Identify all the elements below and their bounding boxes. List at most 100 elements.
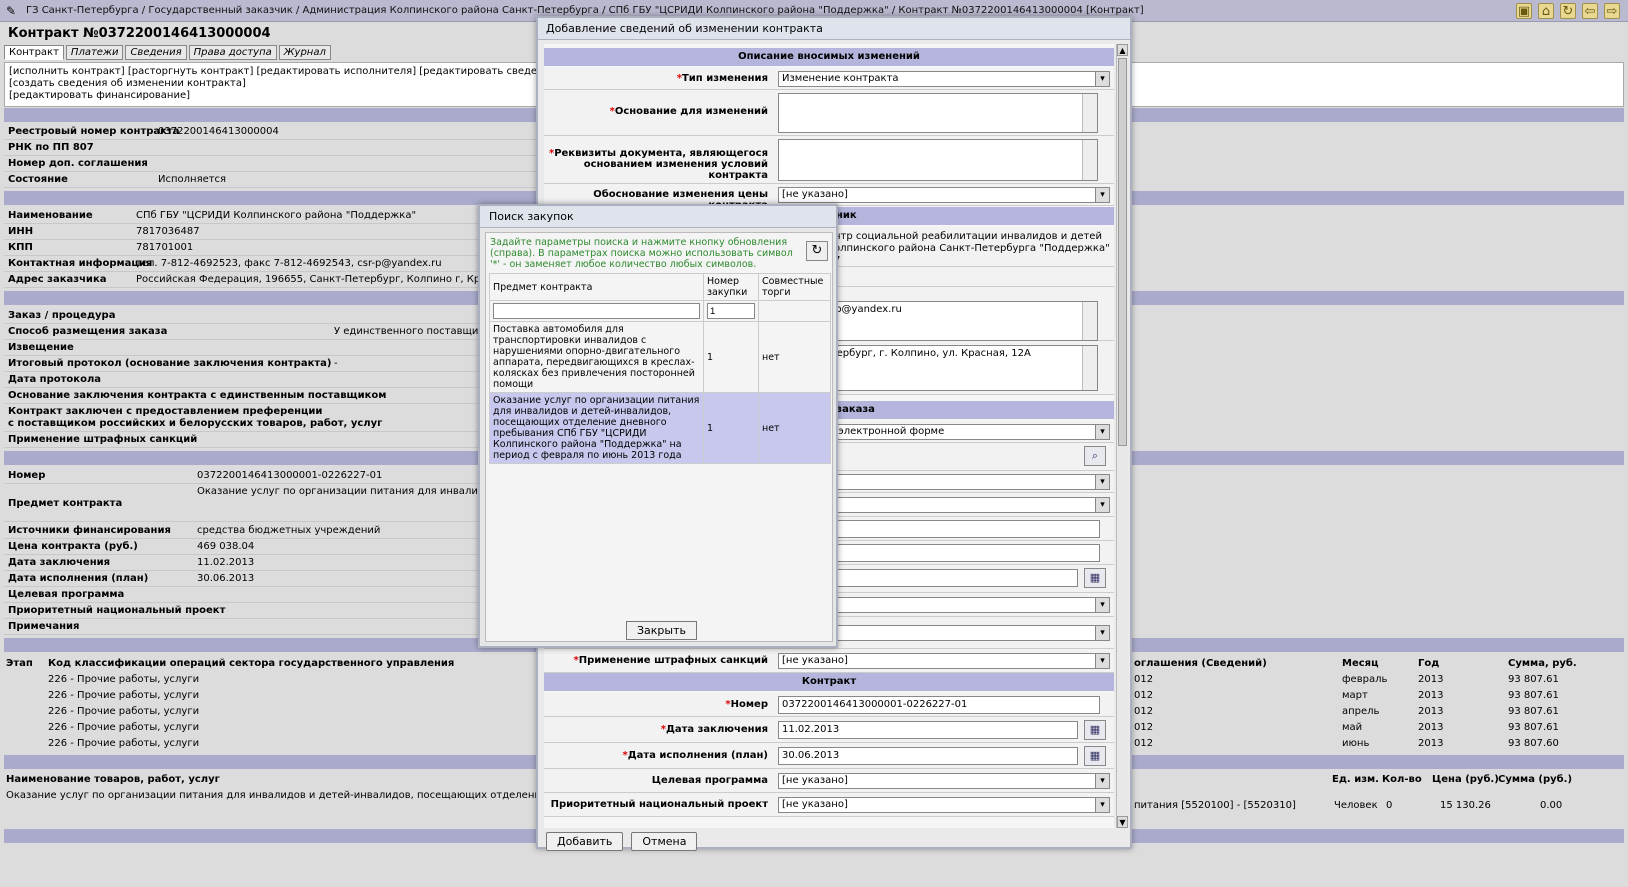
penalty-label: *Применение штрафных санкций: [573, 655, 768, 666]
subject-filter-input[interactable]: [493, 303, 700, 319]
tab-contract[interactable]: Контракт: [4, 45, 64, 60]
field-label: Целевая программа: [8, 589, 125, 600]
tab-access[interactable]: Права доступа: [188, 45, 277, 60]
number-input[interactable]: 0372200146413000001-0226227-01: [778, 696, 1100, 714]
doc-label: *Реквизиты документа, являющегося основан…: [548, 148, 768, 181]
tab-bar: Контракт Платежи Сведения Права доступа …: [4, 45, 331, 60]
field-value: -: [334, 358, 338, 369]
cell-sum: 93 807.61: [1508, 674, 1559, 685]
cell-sum: 93 807.61: [1508, 722, 1559, 733]
field-label: Наименование: [8, 210, 93, 221]
customer-name-text: нтр социальной реабилитации инвалидов и …: [834, 231, 1110, 266]
cell-sum: 93 807.61: [1508, 690, 1559, 701]
field-label: Источники финансирования: [8, 525, 171, 536]
cell-year: 2013: [1418, 690, 1444, 701]
field-value: У единственного поставщика: [334, 326, 491, 337]
doc-textarea[interactable]: [778, 139, 1098, 181]
search-results-table: Предмет контракта Номер закупки Совместн…: [489, 273, 831, 464]
cell-agreement: 012: [1134, 706, 1154, 717]
field-value: 469 038.04: [197, 541, 255, 552]
home-icon[interactable]: ⌂: [1538, 3, 1554, 19]
cell-code: 226 - Прочие работы, услуги: [48, 706, 200, 717]
cell-month: июнь: [1342, 738, 1370, 749]
field-label: Дата протокола: [8, 374, 102, 385]
refresh-icon[interactable]: ↻: [806, 241, 828, 261]
field-label: Способ размещения заказа: [8, 326, 168, 337]
favorites-icon[interactable]: ▣: [1516, 3, 1532, 19]
table-row-selected[interactable]: Оказание услуг по организации питания дл…: [489, 392, 831, 464]
col-month: Месяц: [1342, 658, 1379, 669]
penalty-select[interactable]: [не указано]: [778, 653, 1110, 669]
scroll-thumb[interactable]: [1118, 58, 1127, 446]
field-value: 11.02.2013: [197, 557, 255, 568]
cell-year: 2013: [1418, 706, 1444, 717]
field-label: Примечания: [8, 621, 80, 632]
tab-info[interactable]: Сведения: [125, 45, 187, 60]
number-filter-input[interactable]: [707, 303, 755, 319]
cell-agreement: 012: [1134, 690, 1154, 701]
scroll-down-icon[interactable]: ▼: [1117, 816, 1128, 828]
modal-title: Добавление сведений об изменении контрак…: [538, 18, 1130, 40]
tab-journal[interactable]: Журнал: [278, 45, 331, 60]
field-value: Российская Федерация, 196655, Санкт-Пете…: [136, 274, 492, 285]
col-joint: Совместные торги: [758, 273, 831, 301]
national-project-select[interactable]: [не указано]: [778, 797, 1110, 813]
cell-month: апрель: [1342, 706, 1380, 717]
field-value: средства бюджетных учреждений: [197, 525, 381, 536]
cell-code: 226 - Прочие работы, услуги: [48, 690, 200, 701]
exec-date-input[interactable]: 30.06.2013: [778, 747, 1078, 765]
date-input[interactable]: 11.02.2013: [778, 721, 1078, 739]
cell-goods-code: питания [5520100] - [5520310]: [1134, 800, 1296, 811]
cell-subject: Оказание услуг по организации питания дл…: [489, 392, 704, 464]
field-label: Основание заключения контракта с единств…: [8, 390, 387, 401]
col-goods-sum: Сумма (руб.): [1498, 774, 1573, 785]
tab-payments[interactable]: Платежи: [65, 45, 124, 60]
cell-joint: нет: [758, 321, 831, 393]
field-label: Дата заключения: [8, 557, 111, 568]
back-icon[interactable]: ⇦: [1582, 3, 1598, 19]
price-reason-select[interactable]: [не указано]: [778, 187, 1110, 203]
scroll-up-icon[interactable]: ▲: [1117, 44, 1128, 56]
modal-scrollbar[interactable]: ▲ ▼: [1116, 44, 1128, 828]
add-button[interactable]: Добавить: [546, 832, 624, 851]
program-label: Целевая программа: [651, 775, 768, 786]
search-hint: Задайте параметры поиска и нажмите кнопк…: [490, 237, 793, 270]
national-project-label: Приоритетный национальный проект: [550, 799, 768, 810]
calendar-icon[interactable]: ▦: [1084, 746, 1106, 766]
close-button[interactable]: Закрыть: [626, 621, 697, 640]
search-icon[interactable]: ⌕: [1084, 446, 1106, 466]
cell-agreement: 012: [1134, 722, 1154, 733]
col-unit: Ед. изм.: [1332, 774, 1379, 785]
col-code: Код классификации операций сектора госуд…: [48, 658, 455, 669]
field-label: Применение штрафных санкций: [8, 434, 198, 445]
exec-date-label: *Дата исполнения (план): [622, 750, 769, 761]
cancel-button[interactable]: Отмена: [631, 832, 698, 851]
forward-icon[interactable]: ⇨: [1604, 3, 1620, 19]
field-label: Реестровый номер контракта: [8, 126, 180, 137]
refresh-icon[interactable]: ↻: [1560, 3, 1576, 19]
field-value: Оказание услуг по организации питания дл…: [197, 486, 507, 497]
cell-sum: 93 807.60: [1508, 738, 1559, 749]
program-select[interactable]: [не указано]: [778, 773, 1110, 789]
cell-price: 15 130.26: [1440, 800, 1491, 811]
col-price: Цена (руб.): [1432, 774, 1499, 785]
col-number: Номер закупки: [703, 273, 759, 301]
field-label: Приоритетный национальный проект: [8, 605, 226, 616]
cell-year: 2013: [1418, 722, 1444, 733]
field-value: 7817036487: [136, 226, 200, 237]
field-label: с поставщиком российских и белорусских т…: [8, 418, 383, 429]
field-value: 0372200146413000004: [158, 126, 279, 137]
col-goods-name: Наименование товаров, работ, услуг: [6, 774, 220, 785]
field-label: Номер доп. соглашения: [8, 158, 148, 169]
calendar-icon[interactable]: ▦: [1084, 720, 1106, 740]
field-label: Извещение: [8, 342, 74, 353]
cell-agreement: 012: [1134, 738, 1154, 749]
type-select[interactable]: Изменение контракта: [778, 71, 1110, 87]
basis-textarea[interactable]: [778, 93, 1098, 133]
calendar-icon[interactable]: ▦: [1084, 568, 1106, 588]
breadcrumb[interactable]: ГЗ Санкт-Петербурга / Государственный за…: [26, 5, 1144, 16]
number-label: *Номер: [725, 699, 768, 710]
col-sum: Сумма, руб.: [1508, 658, 1577, 669]
cell-joint: нет: [758, 392, 831, 464]
table-row[interactable]: Поставка автомобиля для транспортировки …: [489, 321, 831, 393]
